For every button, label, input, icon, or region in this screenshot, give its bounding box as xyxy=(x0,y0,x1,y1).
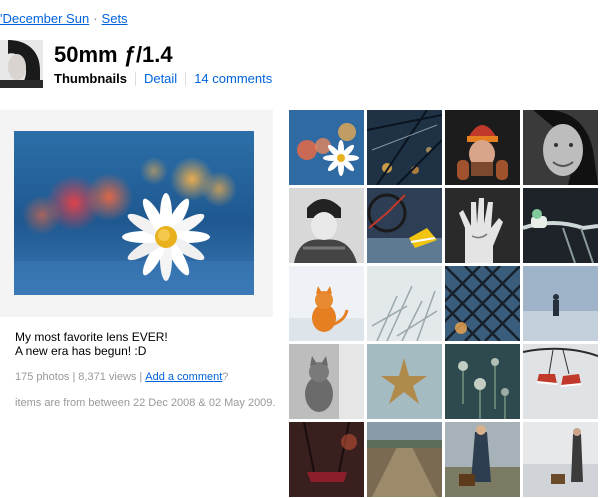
dandelion-seeds-photo xyxy=(445,344,520,419)
tabby-cat-window-photo xyxy=(289,344,364,419)
thumbnail-10[interactable] xyxy=(367,266,442,341)
stats-separator-2: | xyxy=(139,371,143,383)
breadcrumb-sets-link[interactable]: Sets xyxy=(102,11,128,26)
primary-photo-panel xyxy=(0,110,273,317)
thumbnail-19[interactable] xyxy=(445,422,520,497)
thumbnail-16[interactable] xyxy=(523,344,598,419)
thumbnail-17[interactable] xyxy=(289,422,364,497)
set-description: My most favorite lens EVER! A new era ha… xyxy=(15,330,168,358)
woman-suitcase-photo xyxy=(445,422,520,497)
branches-lights-photo xyxy=(367,110,442,185)
beanie-portrait-photo xyxy=(445,110,520,185)
thumbnail-6[interactable] xyxy=(367,188,442,263)
add-comment-link[interactable]: Add a comment xyxy=(145,371,222,383)
breadcrumb-user-link[interactable]: 'December Sun xyxy=(0,11,89,26)
thumbnail-12[interactable] xyxy=(523,266,598,341)
frosty-grass-photo xyxy=(367,266,442,341)
figure-fog-photo xyxy=(523,266,598,341)
daisy-bokeh-photo xyxy=(289,110,364,185)
smiling-woman-photo xyxy=(523,110,598,185)
thumbnail-14[interactable] xyxy=(367,344,442,419)
hanging-shoes-photo xyxy=(523,344,598,419)
thumbnails-tab: Thumbnails xyxy=(54,71,127,86)
thumbnail-5[interactable] xyxy=(289,188,364,263)
country-road-photo xyxy=(367,422,442,497)
thumbnail-3[interactable] xyxy=(445,110,520,185)
primary-photo[interactable] xyxy=(14,131,254,295)
thumbnail-11[interactable] xyxy=(445,266,520,341)
stats-separator: | xyxy=(72,371,76,383)
set-subnav: Thumbnails Detail 14 comments xyxy=(54,71,280,86)
winter-suitcase-photo xyxy=(523,422,598,497)
bicycle-sneakers-photo xyxy=(367,188,442,263)
orange-cat-snow-photo xyxy=(289,266,364,341)
hand-writing-photo xyxy=(445,188,520,263)
description-line-2: A new era has begun! :D xyxy=(15,344,147,358)
detail-link[interactable]: Detail xyxy=(144,71,177,86)
set-stats: 175 photos | 8,371 views | Add a comment? xyxy=(15,371,228,383)
thumbnail-8[interactable] xyxy=(523,188,598,263)
date-range: items are from between 22 Dec 2008 & 02 … xyxy=(15,397,276,409)
thumbnail-20[interactable] xyxy=(523,422,598,497)
thumbnail-1[interactable] xyxy=(289,110,364,185)
thumbnail-9[interactable] xyxy=(289,266,364,341)
breadcrumb-separator: · xyxy=(93,11,98,26)
thumbnail-13[interactable] xyxy=(289,344,364,419)
bike-handlebar-photo xyxy=(523,188,598,263)
swing-chains-photo xyxy=(289,422,364,497)
description-line-1: My most favorite lens EVER! xyxy=(15,330,168,344)
bw-portrait-photo xyxy=(289,188,364,263)
starfish-photo xyxy=(367,344,442,419)
thumbnail-2[interactable] xyxy=(367,110,442,185)
thumbnail-4[interactable] xyxy=(523,110,598,185)
thumbnail-15[interactable] xyxy=(445,344,520,419)
thumbnail-7[interactable] xyxy=(445,188,520,263)
view-count: 8,371 views xyxy=(78,371,137,383)
thumbnail-grid xyxy=(289,110,600,498)
comments-link[interactable]: 14 comments xyxy=(194,71,272,86)
thumbnail-18[interactable] xyxy=(367,422,442,497)
add-comment-question: ? xyxy=(222,371,229,383)
breadcrumb: 'December Sun · Sets xyxy=(0,11,128,26)
chain-fence-photo xyxy=(445,266,520,341)
set-title: 50mm ƒ/1.4 xyxy=(54,42,173,67)
buddy-icon[interactable] xyxy=(0,40,43,88)
photo-count: 175 photos xyxy=(15,371,70,383)
